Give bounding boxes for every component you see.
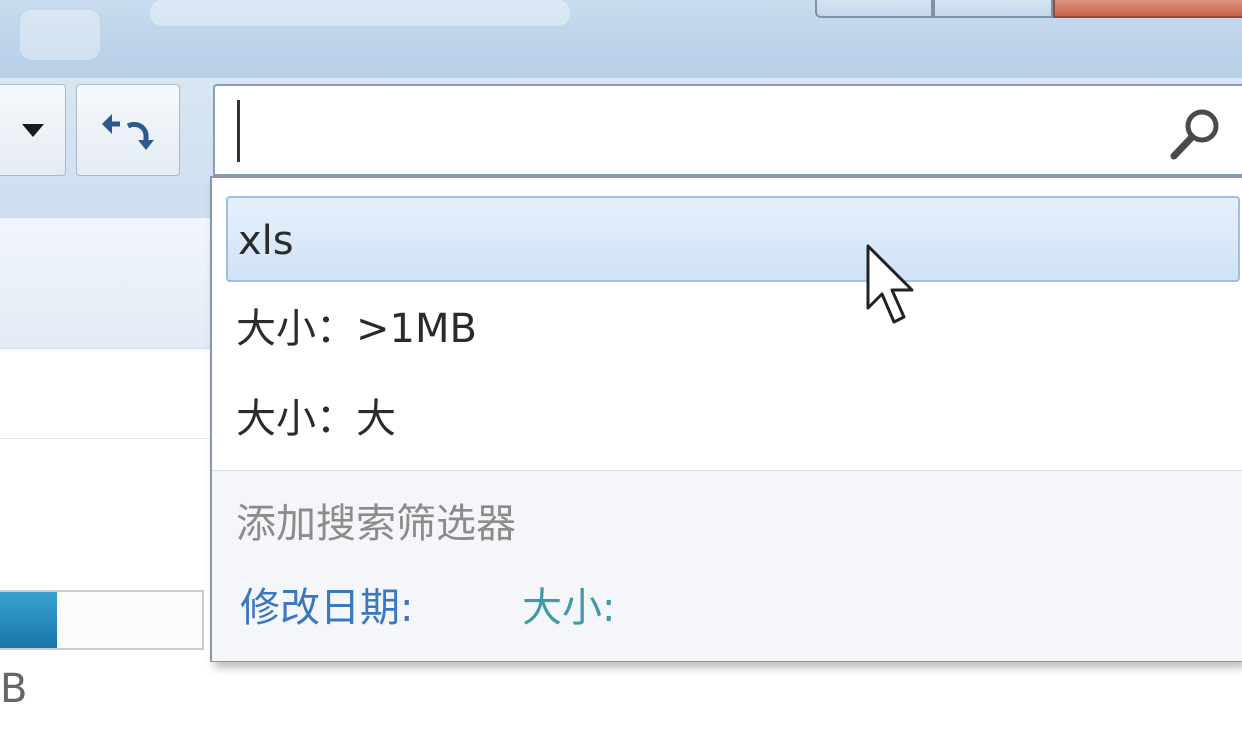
refresh-button[interactable] bbox=[76, 84, 180, 176]
suggestion-item-size-over-1mb[interactable]: 大小：>1MB bbox=[226, 286, 1240, 372]
maximize-button[interactable] bbox=[933, 0, 1053, 18]
refresh-icon bbox=[102, 114, 154, 150]
filter-section-title: 添加搜索筛选器 bbox=[236, 501, 516, 547]
title-bar-blur bbox=[20, 10, 100, 60]
search-filter-section: 添加搜索筛选器 修改日期: 大小: bbox=[212, 470, 1242, 661]
suggestion-item-size-large[interactable]: 大小：大 bbox=[226, 376, 1240, 462]
chevron-down-icon bbox=[21, 124, 44, 137]
address-dropdown-button[interactable] bbox=[0, 84, 66, 176]
mouse-cursor-icon bbox=[866, 244, 914, 324]
window-controls bbox=[815, 0, 1242, 20]
search-icon[interactable] bbox=[1166, 104, 1226, 164]
minimize-button[interactable] bbox=[815, 0, 933, 18]
filter-size-link[interactable]: 大小: bbox=[522, 575, 615, 633]
close-button[interactable] bbox=[1053, 0, 1242, 18]
partial-size-text: B bbox=[0, 666, 28, 712]
navigation-header bbox=[0, 218, 210, 349]
navigation-pane: B bbox=[0, 218, 210, 741]
suggestion-list: xls 大小：>1MB 大小：大 bbox=[212, 178, 1242, 468]
navigation-row[interactable] bbox=[0, 358, 210, 439]
title-bar bbox=[0, 0, 1242, 78]
search-suggestion-dropdown: xls 大小：>1MB 大小：大 添加搜索筛选器 修改日期: 大小: bbox=[210, 176, 1242, 662]
suggestion-item-xls[interactable]: xls bbox=[226, 196, 1240, 282]
title-bar-blur bbox=[150, 0, 570, 26]
storage-progress-fill bbox=[0, 592, 57, 648]
filter-modified-date-link[interactable]: 修改日期: bbox=[240, 575, 413, 633]
storage-progress-bar bbox=[0, 590, 204, 650]
search-box[interactable] bbox=[213, 84, 1242, 176]
search-input[interactable] bbox=[237, 100, 1141, 164]
